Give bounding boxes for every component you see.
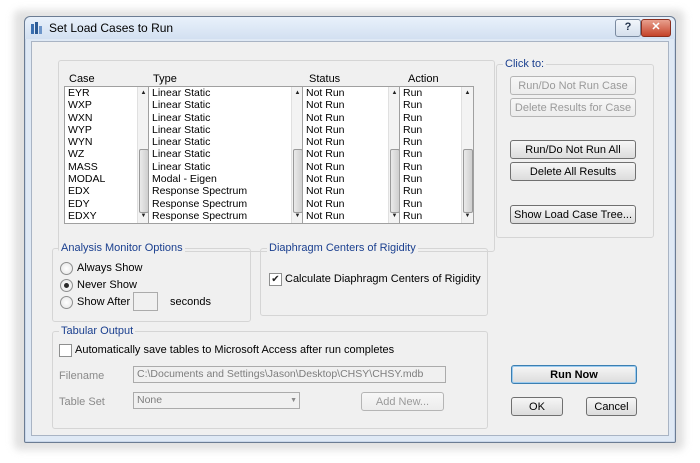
list-item-type[interactable]: Response Spectrum [149,185,303,197]
action-list[interactable]: Run Run Run Run Run Run Run Run Run Run Run ▲ ▼ [399,86,474,224]
list-item-type[interactable]: Response Spectrum [149,198,303,210]
analysis-monitor-label: Analysis Monitor Options [59,242,185,254]
calculate-diaphragm-label[interactable]: Calculate Diaphragm Centers of Rigidity [285,273,481,285]
list-item-type[interactable]: Linear Static [149,99,303,111]
run-now-button[interactable]: Run Now [511,365,637,384]
dialog-window: Set Load Cases to Run ? ✕ Case Type Stat… [24,16,676,443]
auto-save-checkbox[interactable] [59,344,72,357]
scrollbar[interactable]: ▲ ▼ [461,87,473,223]
case-list[interactable]: EYR WXP WXN WYP WYN WZ MASS MODAL EDX EDY EDXY ▲ ▼ [64,86,150,224]
list-item-status[interactable]: Not Run [303,210,400,222]
list-item-type[interactable]: Linear Static [149,161,303,173]
delete-all-results-button[interactable]: Delete All Results [510,162,636,181]
list-item-type[interactable]: Linear Static [149,136,303,148]
list-item-status[interactable]: Not Run [303,148,400,160]
tabular-output-label: Tabular Output [59,325,136,337]
table-set-select[interactable]: None ▼ [133,392,300,409]
column-header-status: Status [309,73,341,85]
column-header-type: Type [153,73,177,85]
list-item-type[interactable]: Response Spectrum [149,210,303,222]
auto-save-label[interactable]: Automatically save tables to Microsoft A… [75,344,394,356]
list-item-status[interactable]: Not Run [303,185,400,197]
calculate-diaphragm-checkbox[interactable]: ✔ [269,273,282,286]
help-icon[interactable]: ? [615,19,641,37]
dialog-client-area: Case Type Status Action EYR WXP WXN WYP WYN W… [31,41,669,436]
list-item-status[interactable]: Not Run [303,136,400,148]
show-after-label[interactable]: Show After [77,296,130,308]
ok-button[interactable]: OK [511,397,563,416]
column-header-case: Case [69,73,95,85]
always-show-radio[interactable] [60,262,73,275]
table-set-label: Table Set [59,396,105,408]
run-do-not-run-all-button[interactable]: Run/Do Not Run All [510,140,636,159]
filename-label: Filename [59,370,105,382]
type-list[interactable]: Linear Static Linear Static Linear Static L… [148,86,304,224]
add-new-button[interactable]: Add New... [361,392,444,411]
delete-results-for-case-button[interactable]: Delete Results for Case [510,98,636,117]
list-item-type[interactable]: Linear Static [149,124,303,136]
show-after-radio[interactable] [60,296,73,309]
app-icon [31,22,42,34]
diaphragm-label: Diaphragm Centers of Rigidity [267,242,418,254]
list-item-type[interactable]: Linear Static [149,112,303,124]
table-set-value: None [137,394,163,406]
column-header-action: Action [408,73,439,85]
list-item-status[interactable]: Not Run [303,99,400,111]
close-icon[interactable]: ✕ [641,19,671,37]
list-item-status[interactable]: Not Run [303,161,400,173]
run-do-not-run-case-button[interactable]: Run/Do Not Run Case [510,76,636,95]
show-load-case-tree-button[interactable]: Show Load Case Tree... [510,205,636,224]
window-title: Set Load Cases to Run [49,21,174,35]
title-bar[interactable]: Set Load Cases to Run ? ✕ [25,17,675,39]
always-show-label[interactable]: Always Show [77,262,142,274]
status-list[interactable]: Not Run Not Run Not Run Not Run Not Run Not R… [302,86,401,224]
scroll-down-icon[interactable]: ▼ [462,211,473,222]
list-item-status[interactable]: Not Run [303,87,400,99]
filename-field[interactable]: C:\Documents and Settings\Jason\Desktop\… [133,366,446,383]
list-item-status[interactable]: Not Run [303,112,400,124]
list-item-type[interactable]: Linear Static [149,87,303,99]
list-item-type[interactable]: Modal - Eigen [149,173,303,185]
dropdown-arrow-icon[interactable]: ▼ [290,393,297,408]
list-item-type[interactable]: Linear Static [149,148,303,160]
scroll-up-icon[interactable]: ▲ [462,88,473,99]
click-to-label: Click to: [503,58,547,70]
never-show-radio[interactable] [60,279,73,292]
list-item-status[interactable]: Not Run [303,173,400,185]
seconds-label: seconds [170,296,211,308]
list-item-status[interactable]: Not Run [303,124,400,136]
scroll-thumb[interactable] [463,149,473,213]
show-after-seconds-input[interactable] [133,292,158,311]
cancel-button[interactable]: Cancel [586,397,637,416]
never-show-label[interactable]: Never Show [77,279,137,291]
list-item-status[interactable]: Not Run [303,198,400,210]
